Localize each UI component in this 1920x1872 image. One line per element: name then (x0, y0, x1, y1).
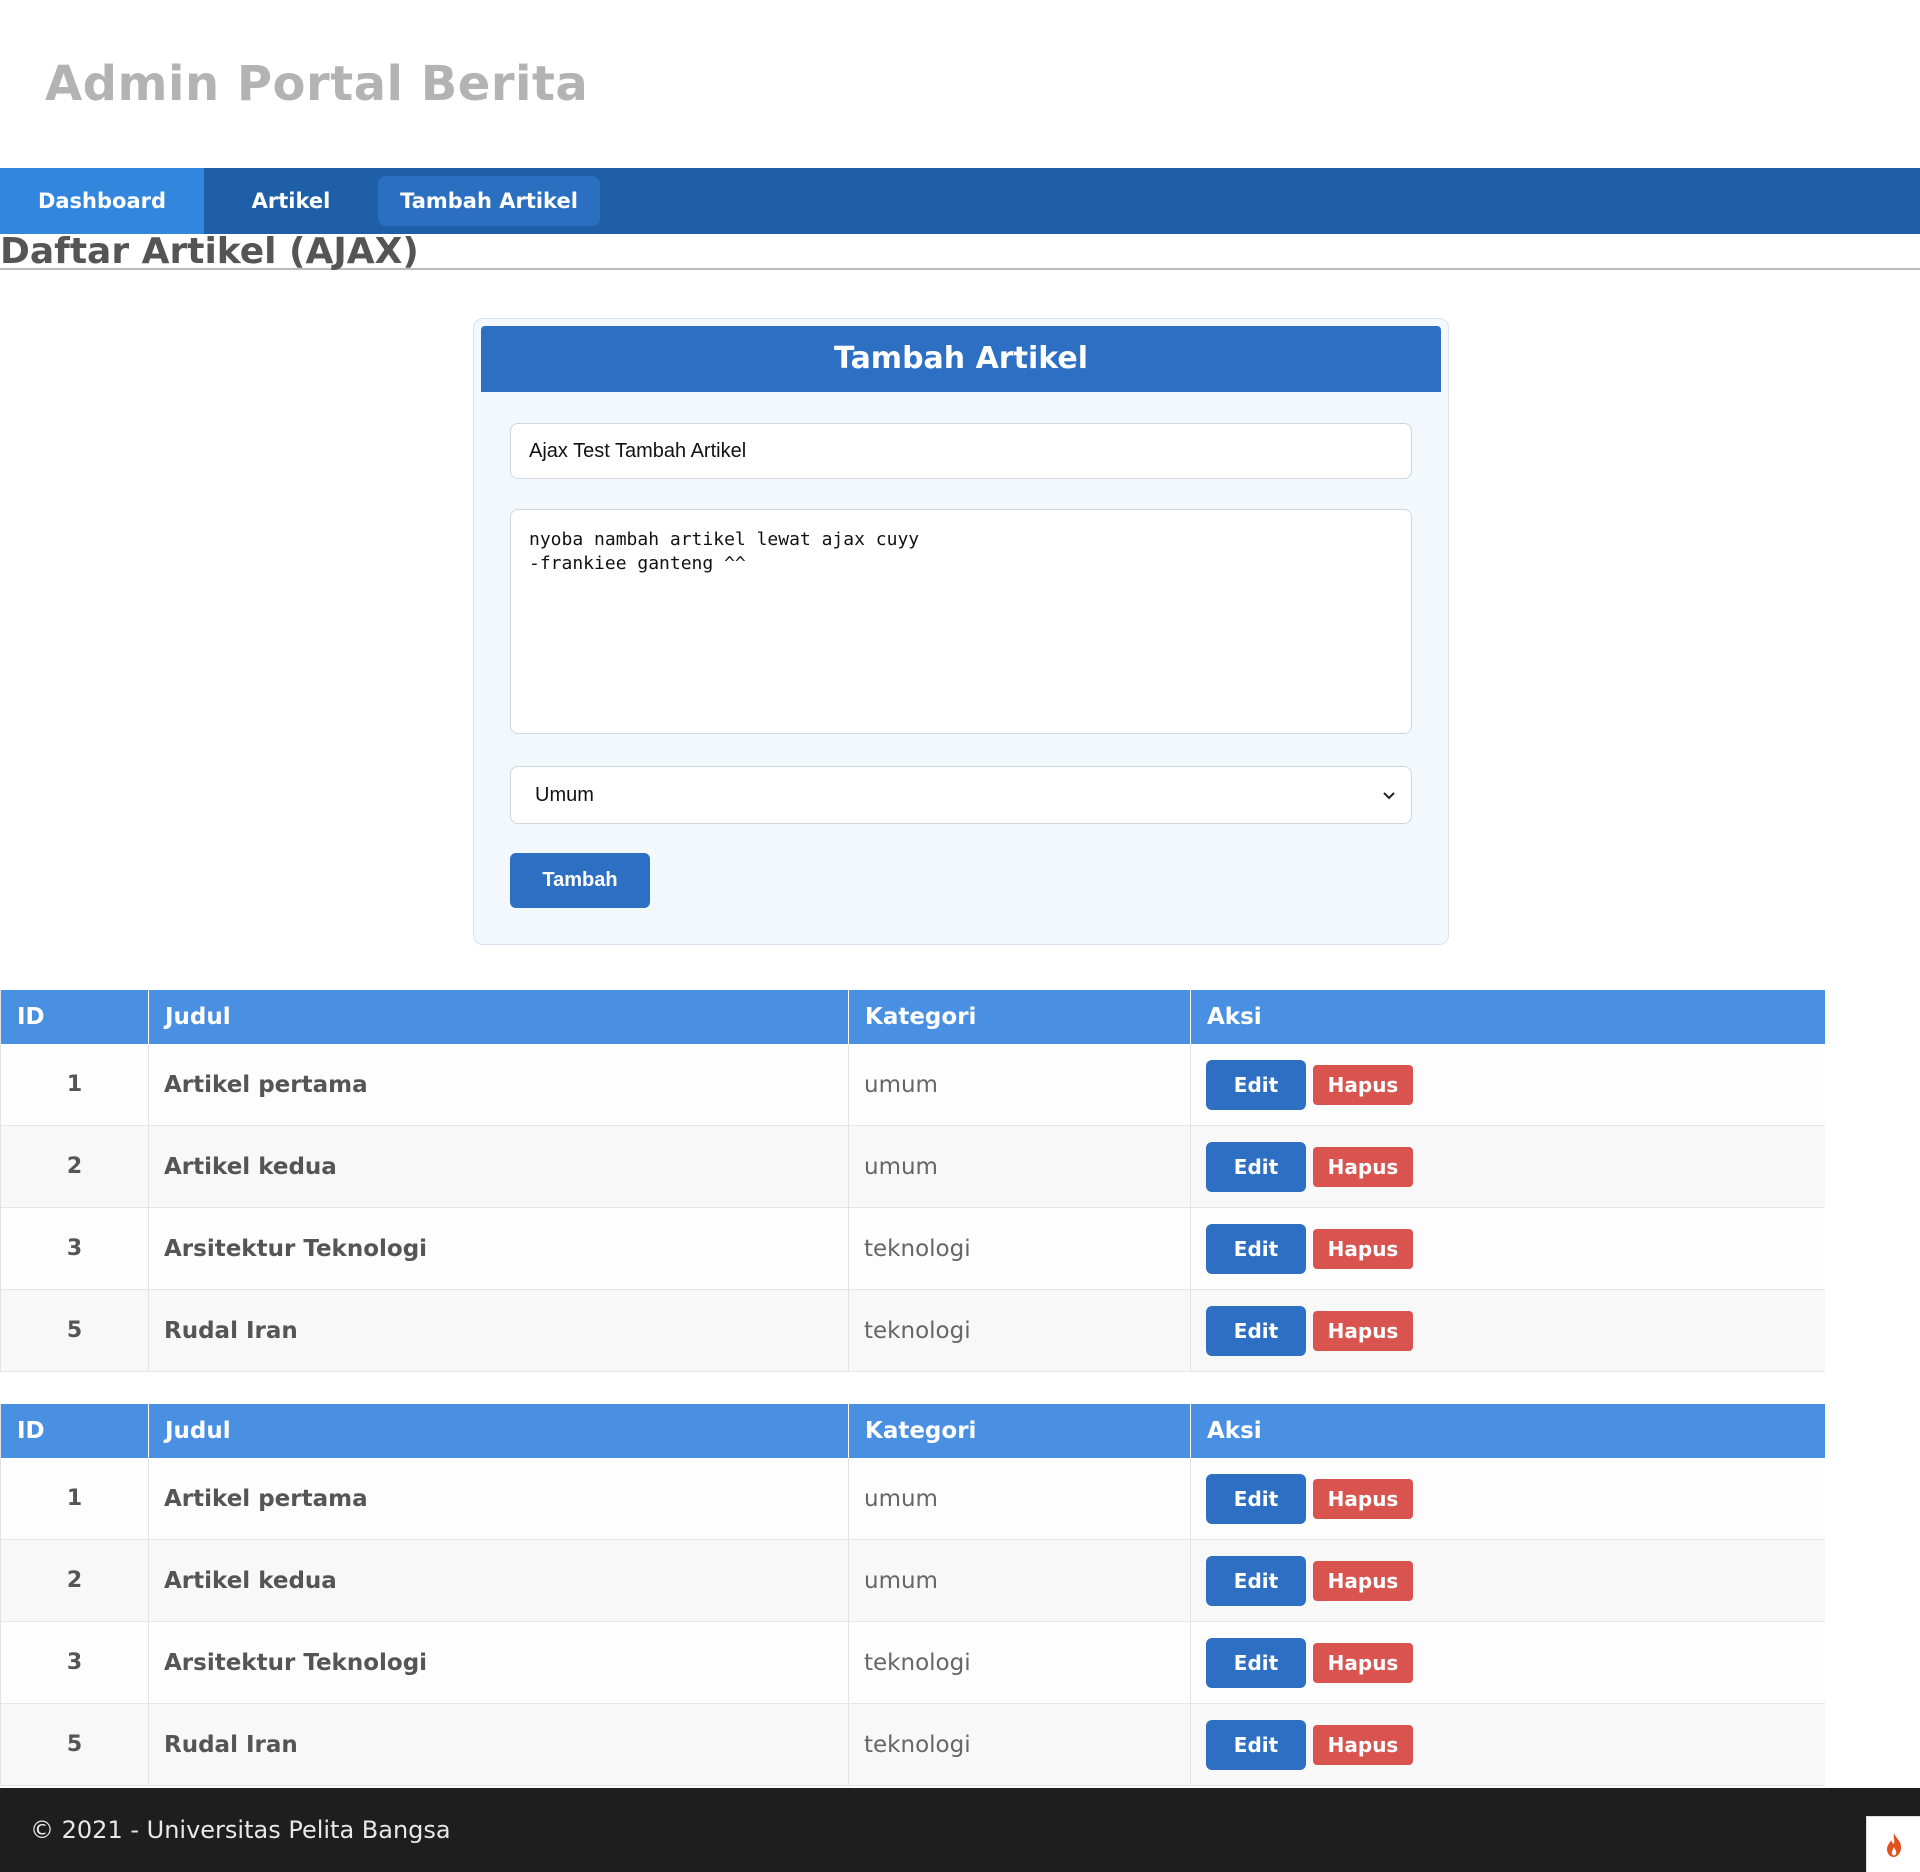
table-row: 3 Arsitektur Teknologi teknologi Edit Hapus (1, 1622, 1825, 1704)
cell-aksi: Edit Hapus (1191, 1044, 1825, 1125)
nav-dashboard[interactable]: Dashboard (0, 168, 204, 234)
table-header-row: ID Judul Kategori Aksi (1, 990, 1825, 1044)
edit-button[interactable]: Edit (1206, 1141, 1306, 1192)
cell-judul: Artikel pertama (149, 1044, 849, 1125)
table-header-judul: Judul (149, 990, 849, 1044)
table-row: 5 Rudal Iran teknologi Edit Hapus (1, 1290, 1825, 1372)
chevron-down-icon (1383, 792, 1395, 800)
cell-kategori: umum (849, 1458, 1191, 1539)
site-header: Admin Portal Berita (0, 0, 1920, 168)
hapus-button[interactable]: Hapus (1313, 1724, 1413, 1765)
edit-button[interactable]: Edit (1206, 1473, 1306, 1524)
cell-kategori: teknologi (849, 1704, 1191, 1785)
nav-tambah-artikel[interactable]: Tambah Artikel (378, 176, 600, 226)
table-header-kategori: Kategori (849, 990, 1191, 1044)
cell-id: 3 (1, 1622, 149, 1703)
flame-icon (1886, 1832, 1901, 1857)
site-title: Admin Portal Berita (45, 56, 589, 112)
table-header-id: ID (1, 1404, 149, 1458)
add-article-form: Tambah Artikel nyoba nambah artikel lewa… (473, 318, 1449, 945)
cell-id: 5 (1, 1704, 149, 1785)
table-header-judul: Judul (149, 1404, 849, 1458)
cell-id: 5 (1, 1290, 149, 1371)
hapus-button[interactable]: Hapus (1313, 1064, 1413, 1105)
kategori-select[interactable]: Umum (510, 766, 1412, 824)
table-row: 2 Artikel kedua umum Edit Hapus (1, 1126, 1825, 1208)
hapus-button[interactable]: Hapus (1313, 1560, 1413, 1601)
hapus-button[interactable]: Hapus (1313, 1146, 1413, 1187)
table-header-aksi: Aksi (1207, 1418, 1262, 1444)
form-title: Tambah Artikel (481, 326, 1441, 392)
cell-aksi: Edit Hapus (1191, 1208, 1825, 1289)
article-table: ID Judul Kategori Aksi 1 Artikel pertama umum E… (0, 1404, 1825, 1786)
cell-kategori: teknologi (849, 1290, 1191, 1371)
footer: © 2021 - Universitas Pelita Bangsa (0, 1788, 1920, 1872)
tambah-button[interactable]: Tambah (510, 853, 650, 908)
cell-aksi: Edit Hapus (1191, 1458, 1825, 1539)
table-row: 1 Artikel pertama umum Edit Hapus (1, 1044, 1825, 1126)
cell-judul: Artikel kedua (149, 1126, 849, 1207)
cell-judul: Artikel pertama (149, 1458, 849, 1539)
cell-kategori: teknologi (849, 1208, 1191, 1289)
hapus-button[interactable]: Hapus (1313, 1478, 1413, 1519)
table-header-id: ID (1, 990, 149, 1044)
table-header-aksi: Aksi (1207, 1004, 1262, 1030)
cell-id: 2 (1, 1126, 149, 1207)
nav-artikel[interactable]: Artikel (204, 168, 378, 234)
edit-button[interactable]: Edit (1206, 1059, 1306, 1110)
table-row: 2 Artikel kedua umum Edit Hapus (1, 1540, 1825, 1622)
table-row: 5 Rudal Iran teknologi Edit Hapus (1, 1704, 1825, 1786)
cell-aksi: Edit Hapus (1191, 1290, 1825, 1371)
edit-button[interactable]: Edit (1206, 1305, 1306, 1356)
cell-judul: Artikel kedua (149, 1540, 849, 1621)
footer-text: © 2021 - Universitas Pelita Bangsa (30, 1816, 451, 1844)
hapus-button[interactable]: Hapus (1313, 1642, 1413, 1683)
table-row: 3 Arsitektur Teknologi teknologi Edit Hapus (1, 1208, 1825, 1290)
table-row: 1 Artikel pertama umum Edit Hapus (1, 1458, 1825, 1540)
edit-button[interactable]: Edit (1206, 1719, 1306, 1770)
cell-id: 2 (1, 1540, 149, 1621)
main-nav: Dashboard Artikel Tambah Artikel (0, 168, 1920, 234)
cell-id: 1 (1, 1044, 149, 1125)
cell-aksi: Edit Hapus (1191, 1622, 1825, 1703)
debug-toolbar-button[interactable] (1866, 1816, 1920, 1872)
cell-judul: Rudal Iran (149, 1290, 849, 1371)
page-title: Daftar Artikel (AJAX) (0, 228, 1920, 272)
cell-judul: Rudal Iran (149, 1704, 849, 1785)
cell-id: 1 (1, 1458, 149, 1539)
cell-aksi: Edit Hapus (1191, 1540, 1825, 1621)
kategori-selected-value: Umum (535, 784, 594, 806)
edit-button[interactable]: Edit (1206, 1223, 1306, 1274)
article-table: ID Judul Kategori Aksi 1 Artikel pertama umum E… (0, 990, 1825, 1372)
cell-judul: Arsitektur Teknologi (149, 1622, 849, 1703)
cell-id: 3 (1, 1208, 149, 1289)
hapus-button[interactable]: Hapus (1313, 1228, 1413, 1269)
cell-kategori: umum (849, 1044, 1191, 1125)
cell-aksi: Edit Hapus (1191, 1704, 1825, 1785)
table-header-kategori: Kategori (849, 1404, 1191, 1458)
cell-kategori: teknologi (849, 1622, 1191, 1703)
cell-aksi: Edit Hapus (1191, 1126, 1825, 1207)
isi-textarea[interactable]: nyoba nambah artikel lewat ajax cuyy -fr… (510, 509, 1412, 734)
edit-button[interactable]: Edit (1206, 1637, 1306, 1688)
hapus-button[interactable]: Hapus (1313, 1310, 1413, 1351)
cell-kategori: umum (849, 1126, 1191, 1207)
table-header-row: ID Judul Kategori Aksi (1, 1404, 1825, 1458)
edit-button[interactable]: Edit (1206, 1555, 1306, 1606)
cell-judul: Arsitektur Teknologi (149, 1208, 849, 1289)
cell-kategori: umum (849, 1540, 1191, 1621)
judul-input[interactable] (510, 423, 1412, 479)
